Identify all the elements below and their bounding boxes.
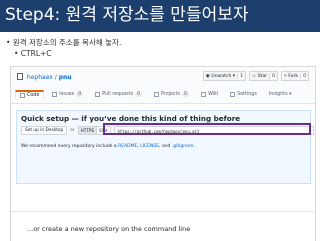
repo-header: hephaex / pnu ◉ Unwatch ▾ 1 ☆ Star 0 ⑂ F… xyxy=(11,67,315,104)
recommend-and: , and xyxy=(159,144,172,149)
unwatch-button[interactable]: ◉ Unwatch ▾ 1 xyxy=(202,71,247,81)
quick-setup-box: Quick setup — if you’ve done this kind o… xyxy=(16,110,314,184)
repo-name-link[interactable]: pnu xyxy=(59,74,72,81)
readme-link[interactable]: README xyxy=(118,144,137,149)
section-divider xyxy=(11,211,315,212)
license-link[interactable]: LICENSE xyxy=(140,144,159,149)
star-button[interactable]: ☆ Star 0 xyxy=(249,71,278,81)
command-line-title: ...or create a new repository on the com… xyxy=(27,225,191,233)
tab-pull-requests[interactable]: Pull requests 0 xyxy=(91,90,146,99)
url-highlight-box xyxy=(103,123,311,135)
slide-title: Step4: 원격 저장소를 만들어보자 xyxy=(5,5,249,25)
issues-count: 0 xyxy=(76,92,84,97)
tab-issues-label: Issues xyxy=(59,92,75,97)
slide-title-bar: Step4: 원격 저장소를 만들어보자 xyxy=(0,0,320,32)
issue-icon xyxy=(52,92,58,97)
gitignore-link[interactable]: .gitignore xyxy=(172,144,194,149)
repo-owner-link[interactable]: hephaex xyxy=(27,74,53,81)
unwatch-label: ◉ Unwatch ▾ xyxy=(205,73,236,79)
fork-label: ⑂ Fork xyxy=(284,74,299,79)
book-icon xyxy=(201,92,207,97)
watch-count[interactable]: 1 xyxy=(237,73,244,79)
recommend-period: . xyxy=(193,144,195,149)
gear-icon xyxy=(230,92,236,97)
github-screenshot: hephaex / pnu ◉ Unwatch ▾ 1 ☆ Star 0 ⑂ F… xyxy=(10,66,316,241)
repo-tabs: Code Issues 0 Pull requests 0 Projects 0… xyxy=(15,90,300,99)
tab-code[interactable]: Code xyxy=(15,90,45,99)
project-icon xyxy=(154,92,160,97)
tab-wiki[interactable]: Wiki xyxy=(197,90,222,99)
repo-title: hephaex / pnu xyxy=(17,73,72,81)
copy-url-button[interactable] xyxy=(316,127,317,135)
code-icon xyxy=(20,93,25,98)
tab-insights[interactable]: Insights ▾ xyxy=(265,90,296,99)
pull-request-icon xyxy=(95,92,101,97)
projects-count: 0 xyxy=(182,92,190,97)
repo-actions: ◉ Unwatch ▾ 1 ☆ Star 0 ⑂ Fork 0 xyxy=(202,71,309,81)
tab-settings[interactable]: Settings xyxy=(226,90,261,99)
tab-insights-label: Insights ▾ xyxy=(268,92,292,97)
setup-desktop-button[interactable]: Set up in Desktop xyxy=(21,126,68,135)
tab-settings-label: Settings xyxy=(237,92,257,97)
recommend-text: We recommend every repository include a … xyxy=(21,144,195,149)
repo-separator: / xyxy=(54,74,57,81)
or-label: or xyxy=(70,128,75,133)
repo-book-icon xyxy=(17,73,23,80)
tab-pull-requests-label: Pull requests xyxy=(102,92,134,97)
tab-wiki-label: Wiki xyxy=(208,92,219,97)
tab-code-label: Code xyxy=(27,93,40,98)
star-count[interactable]: 0 xyxy=(269,73,275,79)
fork-count[interactable]: 0 xyxy=(300,73,306,79)
pull-requests-count: 0 xyxy=(135,92,143,97)
bullet-ctrl-c: • CTRL+C xyxy=(14,49,52,58)
bullet-copy-address: • 원격 저장소의 주소를 복사해 놓자. xyxy=(6,38,122,47)
https-button[interactable]: HTTPS xyxy=(77,126,98,135)
tab-projects[interactable]: Projects 0 xyxy=(150,90,193,99)
tab-projects-label: Projects xyxy=(161,92,181,97)
star-label: ☆ Star xyxy=(252,73,268,79)
tab-issues[interactable]: Issues 0 xyxy=(48,90,87,99)
quick-setup-title: Quick setup — if you’ve done this kind o… xyxy=(21,114,241,123)
recommend-prefix: We recommend every repository include a xyxy=(21,144,119,149)
fork-button[interactable]: ⑂ Fork 0 xyxy=(281,71,309,81)
